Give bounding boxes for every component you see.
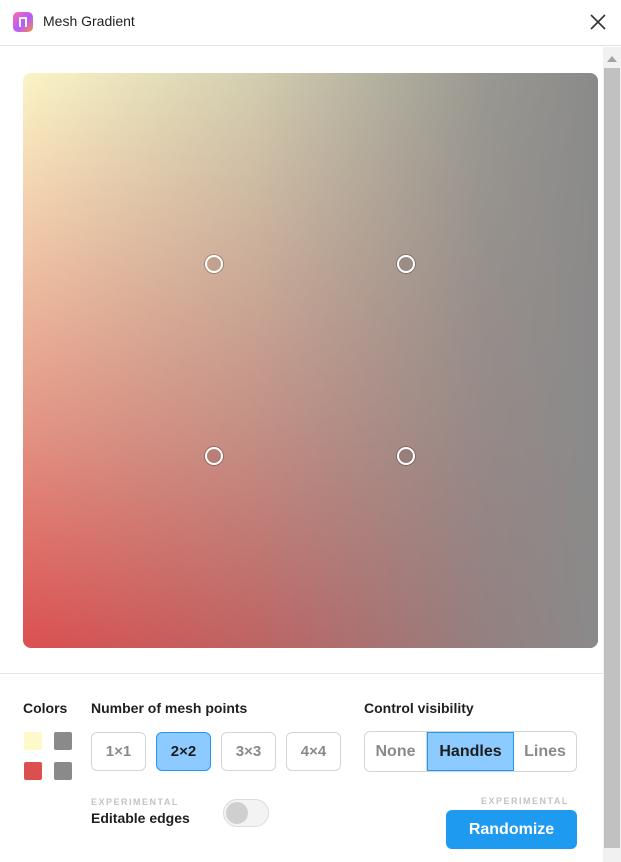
mesh-points-3x3-button[interactable]: 3×3 [221,732,276,771]
colors-label: Colors [23,700,68,716]
color-swatch-3[interactable] [24,762,42,780]
editable-edges-label: Editable edges [91,810,190,826]
mesh-handle-top-right[interactable] [397,255,415,273]
color-swatch-1[interactable] [24,732,42,750]
editable-edges-toggle[interactable] [223,799,269,827]
visibility-lines-option[interactable]: Lines [514,732,576,771]
gradient-canvas[interactable] [23,73,598,648]
title-bar: Mesh Gradient [0,0,621,46]
toggle-knob [226,802,248,824]
visibility-handles-option[interactable]: Handles [427,732,514,771]
mesh-points-2x2-button[interactable]: 2×2 [156,732,211,771]
color-swatch-2[interactable] [54,732,72,750]
mesh-gradient-app-icon [13,12,33,32]
mesh-points-label: Number of mesh points [91,700,248,716]
experimental-tag-randomize: EXPERIMENTAL [481,796,569,806]
window-title: Mesh Gradient [43,13,135,29]
mesh-points-4x4-button[interactable]: 4×4 [286,732,341,771]
mesh-handle-bottom-right[interactable] [397,447,415,465]
mesh-handle-bottom-left[interactable] [205,447,223,465]
control-visibility-segmented: None Handles Lines [364,731,577,772]
close-icon[interactable] [586,10,610,34]
scrollbar-thumb[interactable] [604,68,620,848]
control-visibility-label: Control visibility [364,700,474,716]
scroll-up-arrow-icon[interactable] [607,56,617,62]
visibility-none-option[interactable]: None [365,732,427,771]
experimental-tag: EXPERIMENTAL [91,797,179,807]
mesh-points-1x1-button[interactable]: 1×1 [91,732,146,771]
gradient-layer-horizontal [23,73,598,648]
color-swatch-4[interactable] [54,762,72,780]
section-divider [0,673,603,674]
randomize-button[interactable]: Randomize [446,810,577,849]
mesh-handle-top-left[interactable] [205,255,223,273]
